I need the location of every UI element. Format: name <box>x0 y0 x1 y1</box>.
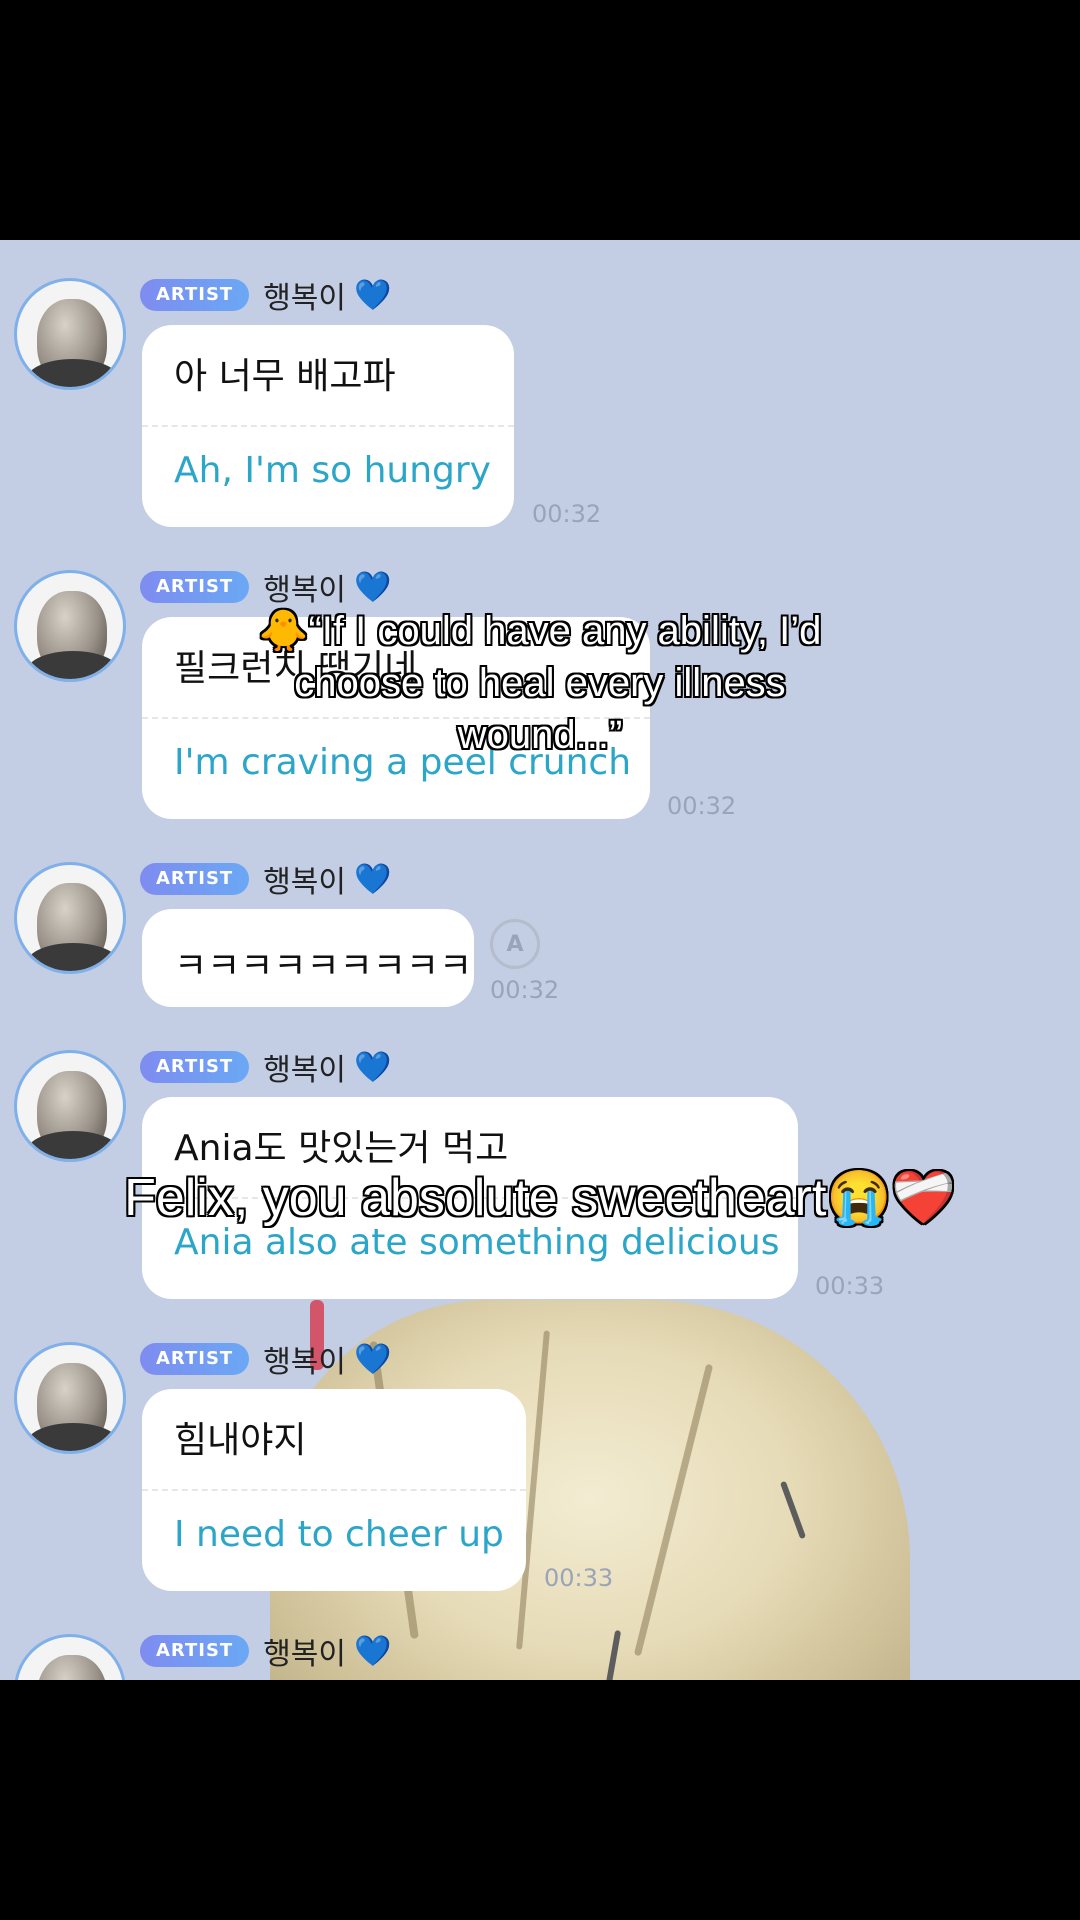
sender-name: 행복이 <box>263 573 347 608</box>
message-header: ARTIST 행복이 💙 <box>140 1339 392 1380</box>
artist-badge: ARTIST <box>140 863 250 895</box>
artist-badge: ARTIST <box>140 1051 250 1083</box>
sender-name: 행복이 <box>263 1637 347 1672</box>
artist-avatar[interactable] <box>14 570 126 682</box>
message-header: ARTIST 행복이 💙 <box>140 567 392 608</box>
overlay-caption-quote: 🐥“If I could have any ability, I’d choos… <box>258 609 822 757</box>
sender-name: 행복이 <box>263 1345 347 1380</box>
sender-name: 행복이 <box>263 865 347 900</box>
message-header: ARTIST 행복이 💙 <box>140 1047 392 1088</box>
message-time: 00:32 <box>490 976 560 1004</box>
message-time: 00:33 <box>815 1272 885 1300</box>
artist-avatar[interactable] <box>14 862 126 974</box>
bubble-divider <box>142 425 514 427</box>
overlay-caption-comment: Felix, you absolute sweetheart😭❤️‍🩹 <box>124 1169 956 1227</box>
blue-heart-icon: 💙 <box>354 277 392 313</box>
message-header: ARTIST 행복이 💙 <box>140 275 392 316</box>
english-translation: I need to cheer up <box>174 1514 504 1555</box>
message-time: 00:33 <box>544 1564 614 1592</box>
message-bubble[interactable]: ㅋㅋㅋㅋㅋㅋㅋㅋㅋ <box>142 909 474 1007</box>
sender-name: 행복이 <box>263 281 347 316</box>
photo-hair-strand <box>633 1363 714 1657</box>
chat-area: ARTIST 행복이 💙 아 너무 배고파 Ah, I'm so hungry … <box>0 240 1080 1680</box>
korean-text: 힘내야지 <box>174 1420 307 1461</box>
message-bubble[interactable]: 아 너무 배고파 Ah, I'm so hungry <box>142 325 514 527</box>
blue-heart-icon: 💙 <box>354 1633 392 1669</box>
sender-name: 행복이 <box>263 1053 347 1088</box>
message-header: ARTIST 행복이 💙 <box>140 859 392 900</box>
blue-heart-icon: 💙 <box>354 1049 392 1085</box>
message-header: ARTIST 행복이 💙 <box>140 1631 392 1672</box>
blue-heart-icon: 💙 <box>354 569 392 605</box>
artist-avatar[interactable] <box>14 278 126 390</box>
artist-badge: ARTIST <box>140 571 250 603</box>
artist-badge: ARTIST <box>140 1635 250 1667</box>
blue-heart-icon: 💙 <box>354 1341 392 1377</box>
auto-translate-icon[interactable]: A <box>490 919 540 969</box>
artist-badge: ARTIST <box>140 279 250 311</box>
message-time: 00:32 <box>532 500 602 528</box>
bubble-divider <box>142 1489 526 1491</box>
korean-text: ㅋㅋㅋㅋㅋㅋㅋㅋㅋ <box>174 946 473 987</box>
photo-hair-pin <box>604 1629 622 1680</box>
photo-hair-pin <box>779 1480 807 1540</box>
message-time: 00:32 <box>667 792 737 820</box>
artist-avatar[interactable] <box>14 1342 126 1454</box>
artist-avatar[interactable] <box>14 1634 126 1680</box>
message-bubble[interactable]: 힘내야지 I need to cheer up <box>142 1389 526 1591</box>
blue-heart-icon: 💙 <box>354 861 392 897</box>
english-translation: Ah, I'm so hungry <box>174 450 491 491</box>
artist-badge: ARTIST <box>140 1343 250 1375</box>
korean-text: 아 너무 배고파 <box>174 356 396 397</box>
artist-avatar[interactable] <box>14 1050 126 1162</box>
